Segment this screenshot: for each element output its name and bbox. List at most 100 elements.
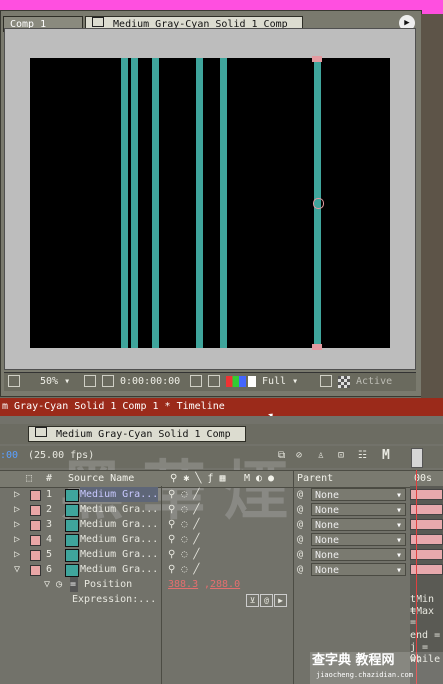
expression-pickwhip-icon[interactable]: @	[260, 594, 273, 607]
position-property-row[interactable]: ▽ ◷ = Position 388.3 , 288.0	[0, 577, 410, 592]
layer-bar[interactable]	[410, 519, 443, 530]
stopwatch-icon[interactable]: ◷	[56, 577, 62, 592]
pickwhip-icon[interactable]: @	[297, 562, 303, 577]
parent-select[interactable]: None ▾	[311, 488, 406, 501]
site-logo: 查字典 教程网 jiaocheng.chazidian.com	[310, 652, 443, 684]
expression-row[interactable]: Expression:... ⊻ @ ▶	[0, 592, 410, 607]
label-color-swatch[interactable]	[30, 535, 41, 546]
table-row[interactable]: ▽ 6 Medium Gra... ⚲ ◌ ╱ @ None ▾	[0, 562, 410, 577]
label-color-swatch[interactable]	[30, 565, 41, 576]
table-row[interactable]: ▷ 3 Medium Gra... ⚲ ◌ ╱ @ None ▾	[0, 517, 410, 532]
source-name-header[interactable]: Source Name	[68, 471, 134, 487]
expand-arrow-icon[interactable]: ▷	[14, 502, 20, 517]
composition-canvas[interactable]	[30, 56, 390, 350]
table-row[interactable]: ▷ 2 Medium Gra... ⚲ ◌ ╱ @ None ▾	[0, 502, 410, 517]
comp-footer: 50% ▾ 0:00:00:00 Full ▾ Active	[4, 372, 416, 391]
label-color-swatch[interactable]	[30, 490, 41, 501]
layer-bar[interactable]	[410, 564, 443, 575]
solid-icon	[65, 489, 79, 502]
cyan-solid-bar[interactable]	[196, 58, 203, 348]
parent-select[interactable]: None ▾	[311, 533, 406, 546]
table-row[interactable]: ▷ 5 Medium Gra... ⚲ ◌ ╱ @ None ▾	[0, 547, 410, 562]
cyan-solid-bar[interactable]	[131, 58, 138, 348]
label-color-swatch[interactable]	[30, 520, 41, 531]
table-row[interactable]: ▷ 1 Medium Gra... ⚲ ◌ ╱ @ None ▾	[0, 487, 410, 502]
effects-header-icons: ◐ ●	[256, 473, 275, 484]
safe-zones-icon[interactable]	[84, 375, 96, 387]
cyan-solid-bar[interactable]	[121, 58, 128, 348]
comp-icon	[92, 17, 104, 27]
channels-icon[interactable]	[226, 376, 246, 387]
label-color-swatch[interactable]	[30, 550, 41, 561]
layer-bar[interactable]	[410, 534, 443, 545]
layer-bar[interactable]	[410, 549, 443, 560]
parent-header[interactable]: Parent	[297, 471, 333, 487]
expand-arrow-icon[interactable]: ▷	[14, 532, 20, 547]
switches-header: ⚲ ✱ ╲ ƒ ▦	[170, 473, 226, 484]
timecode-display[interactable]: :00	[0, 450, 18, 461]
switch-icons[interactable]: ⚲ ◌ ╱	[168, 562, 199, 577]
side-panel-strip	[421, 14, 443, 398]
expression-text: end =	[410, 630, 441, 641]
pickwhip-icon[interactable]: @	[297, 517, 303, 532]
switch-icons[interactable]: ⚲ ◌ ╱	[168, 487, 199, 502]
expression-text: tMax =	[410, 606, 435, 628]
comp-icon	[35, 427, 47, 437]
table-row[interactable]: ▷ 4 Medium Gra... ⚲ ◌ ╱ @ None ▾	[0, 532, 410, 547]
timeline-title: m Gray-Cyan Solid 1 Comp 1 * Timeline	[0, 398, 443, 416]
solid-icon	[65, 519, 79, 532]
resolution-select[interactable]: Full ▾	[262, 375, 298, 389]
pickwhip-icon[interactable]: @	[297, 502, 303, 517]
zoom-select[interactable]: 50% ▾	[40, 375, 70, 389]
cyan-solid-bar[interactable]	[152, 58, 159, 348]
solid-icon	[65, 549, 79, 562]
switch-icons[interactable]: ⚲ ◌ ╱	[168, 532, 199, 547]
solid-icon	[65, 504, 79, 517]
current-time[interactable]: 0:00:00:00	[120, 375, 180, 389]
time-indicator-head[interactable]	[411, 448, 423, 468]
layer-bar[interactable]	[410, 504, 443, 515]
solid-icon	[65, 564, 79, 577]
property-name: Position	[84, 579, 133, 590]
solid-icon	[65, 534, 79, 547]
layer-bar[interactable]	[410, 489, 443, 500]
mask-icon[interactable]	[102, 375, 114, 387]
selection-handle-top[interactable]	[312, 56, 322, 62]
label-column-icon[interactable]: ⬚	[26, 471, 32, 487]
switch-icons[interactable]: ⚲ ◌ ╱	[168, 502, 199, 517]
selection-handle-bottom[interactable]	[312, 344, 322, 350]
expression-language-menu-icon[interactable]: ▶	[274, 594, 287, 607]
expand-arrow-icon[interactable]: ▷	[14, 547, 20, 562]
channel-white-icon[interactable]	[248, 376, 256, 387]
pickwhip-icon[interactable]: @	[297, 487, 303, 502]
parent-select[interactable]: None ▾	[311, 518, 406, 531]
expression-label: Expression:...	[72, 594, 157, 605]
parent-select[interactable]: None ▾	[311, 563, 406, 576]
region-icon[interactable]	[8, 375, 20, 387]
snapshot-icon[interactable]	[190, 375, 202, 387]
position-y-value[interactable]: 288.0	[210, 577, 240, 592]
collapse-arrow-icon[interactable]: ▽	[14, 562, 20, 577]
parent-select[interactable]: None ▾	[311, 503, 406, 516]
show-snapshot-icon[interactable]	[208, 375, 220, 387]
parent-select[interactable]: None ▾	[311, 548, 406, 561]
cyan-solid-bar[interactable]	[220, 58, 227, 348]
markers-header: M	[244, 473, 251, 484]
label-color-swatch[interactable]	[30, 505, 41, 516]
layer-header-row: ⬚ # Source Name ⚲ ✱ ╲ ƒ ▦ M ◐ ● Parent 0…	[0, 470, 443, 488]
expression-graph-icon[interactable]: ⊻	[246, 594, 259, 607]
transparency-grid-icon[interactable]	[338, 376, 350, 388]
pickwhip-icon[interactable]: @	[297, 547, 303, 562]
pickwhip-icon[interactable]: @	[297, 532, 303, 547]
expand-arrow-icon[interactable]: ▷	[14, 517, 20, 532]
active-camera[interactable]: Active	[356, 375, 392, 389]
roi-icon[interactable]	[320, 375, 332, 387]
position-x-value[interactable]: 388.3	[168, 577, 198, 592]
collapse-arrow-icon[interactable]: ▽	[44, 577, 50, 592]
expand-arrow-icon[interactable]: ▷	[14, 487, 20, 502]
switch-icons[interactable]: ⚲ ◌ ╱	[168, 517, 199, 532]
switch-icons[interactable]: ⚲ ◌ ╱	[168, 547, 199, 562]
anchor-point-icon[interactable]	[313, 198, 324, 209]
number-column-header: #	[46, 473, 53, 484]
expression-toggle-icon[interactable]: =	[70, 577, 78, 592]
